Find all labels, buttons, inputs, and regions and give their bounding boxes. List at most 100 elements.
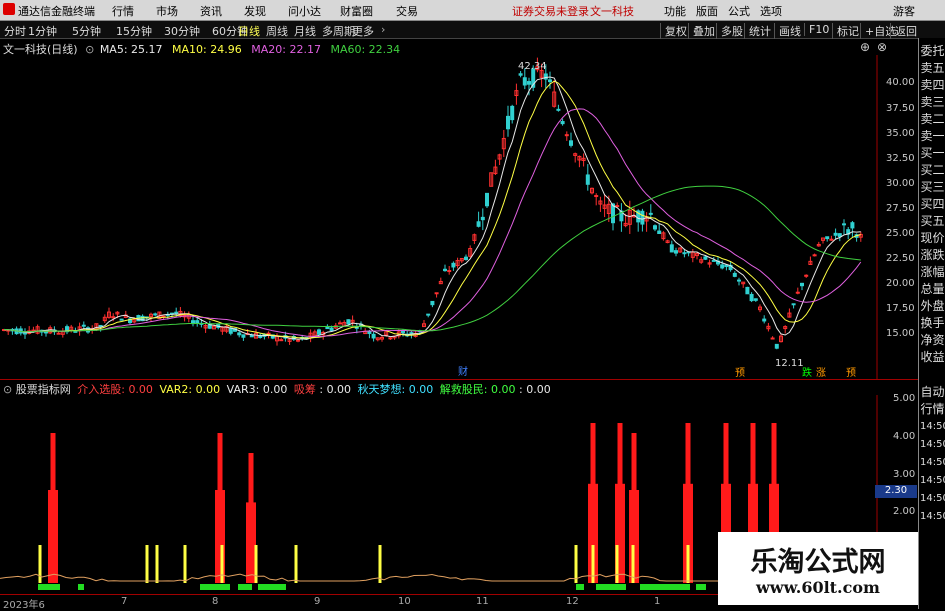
sidebar-item-volume[interactable]: 总量: [920, 280, 945, 297]
menu-item-trade[interactable]: 交易: [396, 3, 418, 19]
chart-zoom-icon[interactable]: ⊕: [860, 40, 870, 54]
candle-body: [338, 322, 342, 325]
sidebar-item-ask5[interactable]: 卖五: [920, 59, 945, 76]
period-tab-daily[interactable]: 日线: [238, 23, 260, 39]
candle-body: [44, 331, 48, 334]
sidebar-item-ask3[interactable]: 卖三: [920, 93, 945, 110]
event-marker[interactable]: 财: [458, 365, 468, 378]
price-tick: 32.50: [886, 153, 915, 164]
watermark-url: www.60lt.com: [756, 578, 880, 597]
candle-body: [426, 313, 431, 316]
menu-item-quotes[interactable]: 行情: [112, 3, 134, 19]
time-tick: 7: [121, 596, 128, 607]
period-tab-multi[interactable]: 多周期: [322, 23, 355, 39]
sidebar-item-price[interactable]: 现价: [920, 229, 945, 246]
signal-band-green: [200, 584, 230, 590]
menu-item-wealth[interactable]: 财富圈: [340, 3, 373, 19]
candle-body: [762, 318, 767, 322]
toolbar-overlay[interactable]: 叠加: [688, 23, 715, 39]
candle-body: [569, 140, 573, 146]
sidebar-item-bid2[interactable]: 买二: [920, 161, 945, 178]
signal-band-green: [596, 584, 626, 590]
candle-body: [812, 254, 817, 257]
toolbar-back[interactable]: 返回: [890, 23, 917, 39]
event-marker[interactable]: 跌: [802, 366, 812, 379]
candlestick-chart[interactable]: 42.34 12.11 财 预 跌 涨 预: [0, 55, 918, 380]
menu-formula[interactable]: 公式: [728, 3, 750, 19]
candle-body: [527, 81, 531, 85]
period-tab-weekly[interactable]: 周线: [266, 23, 288, 39]
sidebar-item-bid3[interactable]: 买三: [920, 178, 945, 195]
menu-options[interactable]: 选项: [760, 3, 782, 19]
candle-body: [153, 313, 158, 316]
high-price-label: 42.34: [518, 61, 547, 72]
sidebar-item-ask1[interactable]: 卖一: [920, 127, 945, 144]
sidebar-item-ask2[interactable]: 卖二: [920, 110, 945, 127]
sidebar-item-netasset[interactable]: 净资: [920, 331, 945, 348]
event-marker[interactable]: 预: [846, 367, 856, 379]
menu-item-market[interactable]: 市场: [156, 3, 178, 19]
event-marker[interactable]: 涨: [816, 367, 826, 379]
sidebar-item-pct[interactable]: 涨幅: [920, 263, 945, 280]
signal-bar-yellow: [38, 545, 42, 583]
sidebar-item-change[interactable]: 涨跌: [920, 246, 945, 263]
time-entry: 14:50: [920, 457, 945, 468]
candle-body: [749, 293, 754, 302]
period-tab-30min[interactable]: 30分钟: [164, 23, 200, 39]
time-entry: 14:50: [920, 511, 945, 522]
menu-layout[interactable]: 版面: [696, 3, 718, 19]
signal-band-green: [258, 584, 286, 590]
candle-body: [464, 256, 468, 260]
chart-close-icon[interactable]: ⊗: [877, 40, 887, 54]
sidebar-item-bid1[interactable]: 买一: [920, 144, 945, 161]
sidebar-item-bid5[interactable]: 买五: [920, 212, 945, 229]
candle-body: [850, 222, 855, 229]
period-tab-1min[interactable]: 1分钟: [28, 23, 57, 39]
sidebar-item-ask4[interactable]: 卖四: [920, 76, 945, 93]
toolbar-f10[interactable]: F10: [804, 23, 829, 36]
toolbar-stats[interactable]: 统计: [744, 23, 771, 39]
sidebar-item-outer[interactable]: 外盘: [920, 297, 945, 314]
period-tab-5min[interactable]: 5分钟: [72, 23, 101, 39]
candle-body: [367, 330, 372, 334]
menu-item-discover[interactable]: 发现: [244, 3, 266, 19]
menu-guest[interactable]: 游客: [893, 3, 915, 19]
period-tab-monthly[interactable]: 月线: [294, 23, 316, 39]
time-tick: 12: [566, 596, 579, 607]
toolbar-multistock[interactable]: 多股: [716, 23, 743, 39]
period-tab-more[interactable]: 更多: [352, 23, 374, 39]
sidebar-item-turnover[interactable]: 换手: [920, 314, 945, 331]
signal-bar-yellow: [378, 545, 382, 583]
candle-body: [837, 233, 842, 238]
toolbar-draw[interactable]: 画线: [774, 23, 801, 39]
sidebar-item-bid4[interactable]: 买四: [920, 195, 945, 212]
candle-body: [279, 339, 284, 342]
candle-body: [249, 334, 254, 338]
candle-body: [720, 264, 725, 269]
candle-body: [791, 303, 796, 306]
time-tick: 9: [314, 596, 321, 607]
watermark-title: 乐淘公式网: [750, 547, 886, 578]
sidebar-item-earnings[interactable]: 收益: [920, 348, 945, 365]
candle-body: [732, 272, 737, 277]
price-tick: 20.00: [886, 278, 915, 289]
candle-body: [711, 259, 716, 262]
more-chevron-icon[interactable]: ›: [381, 23, 385, 36]
toolbar-adjust[interactable]: 复权: [660, 23, 687, 39]
sidebar-item-entrust[interactable]: 委托: [920, 42, 945, 59]
menu-item-ask[interactable]: 问小达: [288, 3, 321, 19]
signal-bar-yellow: [183, 545, 187, 583]
sidebar-item-quotes[interactable]: 行情: [920, 400, 945, 417]
period-tab-15min[interactable]: 15分钟: [116, 23, 152, 39]
login-notice[interactable]: 证券交易未登录: [512, 3, 589, 19]
sidebar-item-auto[interactable]: 自动: [920, 383, 945, 400]
ma5-line: [3, 76, 861, 340]
menu-item-news[interactable]: 资讯: [200, 3, 222, 19]
candle-body: [476, 221, 481, 227]
candle-body: [371, 333, 376, 339]
price-tick: 37.50: [886, 103, 915, 114]
toolbar-mark[interactable]: 标记: [832, 23, 859, 39]
menu-function[interactable]: 功能: [664, 3, 686, 19]
event-marker[interactable]: 预: [735, 367, 745, 379]
period-tab-intraday[interactable]: 分时: [4, 23, 26, 39]
